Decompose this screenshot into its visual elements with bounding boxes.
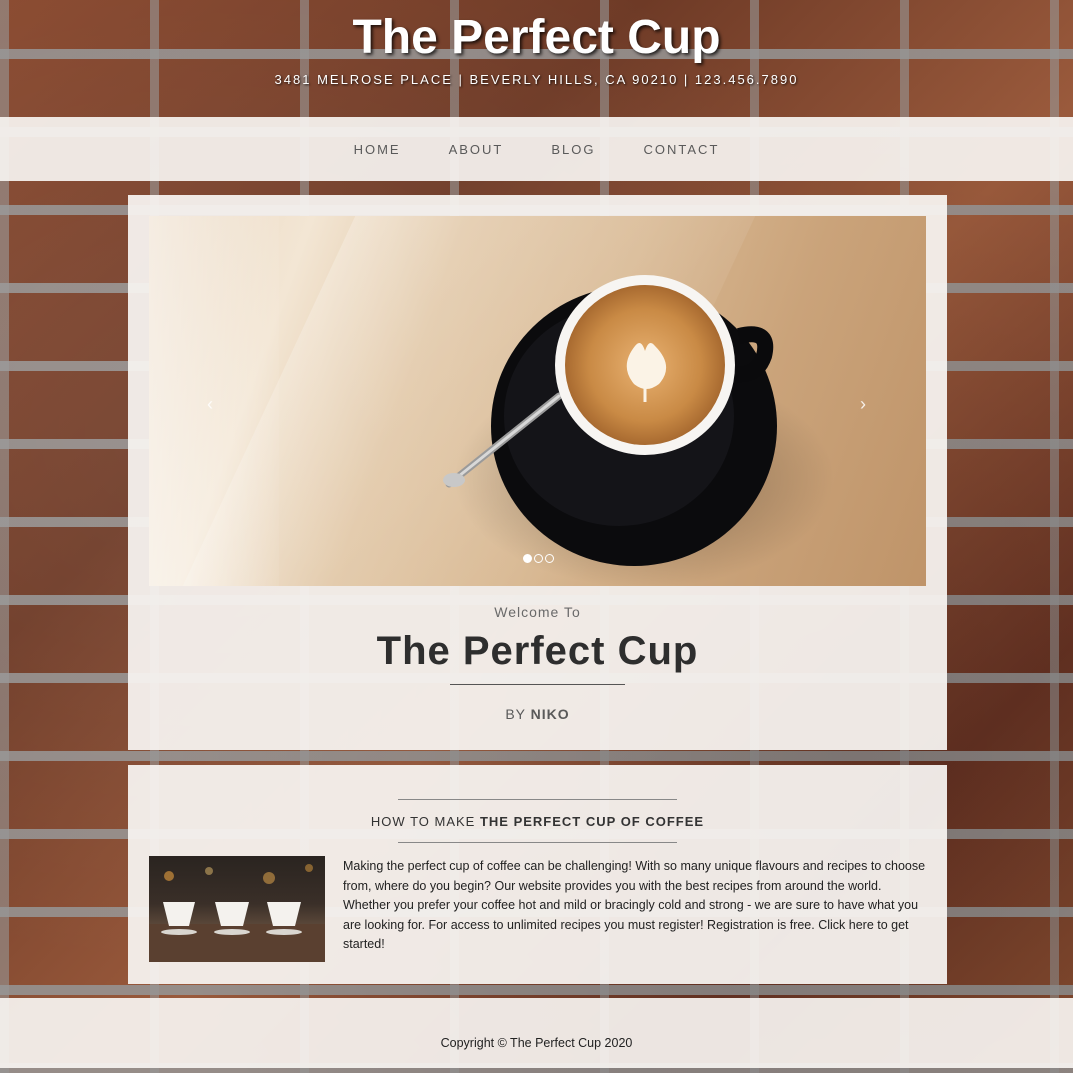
coffee-cup-image [443, 275, 834, 586]
nav-item-about[interactable]: ABOUT [449, 142, 504, 157]
welcome-text: Welcome To [494, 604, 581, 620]
carousel-next-arrow[interactable]: › [860, 394, 866, 415]
nav-item-contact[interactable]: CONTACT [644, 142, 720, 157]
carousel-prev-arrow[interactable]: ‹ [207, 394, 213, 415]
site-title: The Perfect Cup [352, 11, 721, 64]
byline: BY NIKO [128, 706, 947, 722]
hero-panel: ‹ › Welcome To The Perfect Cup BY NIKO [128, 195, 947, 750]
image-carousel[interactable]: ‹ › [149, 216, 926, 586]
site-footer: Copyright © The Perfect Cup 2020 [0, 998, 1073, 1068]
intro-heading: HOW TO MAKE THE PERFECT CUP OF COFFEE [128, 814, 947, 829]
hero-divider [450, 684, 625, 685]
intro-rule-bottom [398, 842, 677, 843]
pour-over-coffee-image [149, 856, 325, 962]
site-header: The Perfect Cup 3481 MELROSE PLACE | BEV… [0, 0, 1073, 117]
pour-over-image-art [149, 864, 325, 962]
hero-title: The Perfect Cup [376, 629, 699, 673]
nav-item-home[interactable]: HOME [354, 142, 401, 157]
address-bar: 3481 MELROSE PLACE | BEVERLY HILLS, CA 9… [274, 72, 799, 87]
intro-rule-top [398, 799, 677, 800]
intro-heading-strong: THE PERFECT CUP OF COFFEE [479, 814, 705, 829]
carousel-dot-3[interactable] [545, 554, 554, 563]
byline-author: NIKO [530, 706, 570, 722]
carousel-dot-2[interactable] [534, 554, 543, 563]
intro-heading-prefix: HOW TO MAKE [370, 814, 476, 829]
carousel-dot-1[interactable] [523, 554, 532, 563]
intro-paragraph: Making the perfect cup of coffee can be … [343, 859, 926, 951]
carousel-indicators [522, 554, 555, 563]
main-navbar: HOME ABOUT BLOG CONTACT [0, 117, 1073, 181]
intro-panel: HOW TO MAKE THE PERFECT CUP OF COFFEE Ma… [128, 765, 947, 984]
nav-item-blog[interactable]: BLOG [551, 142, 595, 157]
byline-prefix: BY [505, 706, 526, 722]
copyright-text: Copyright © The Perfect Cup 2020 [440, 1036, 633, 1050]
